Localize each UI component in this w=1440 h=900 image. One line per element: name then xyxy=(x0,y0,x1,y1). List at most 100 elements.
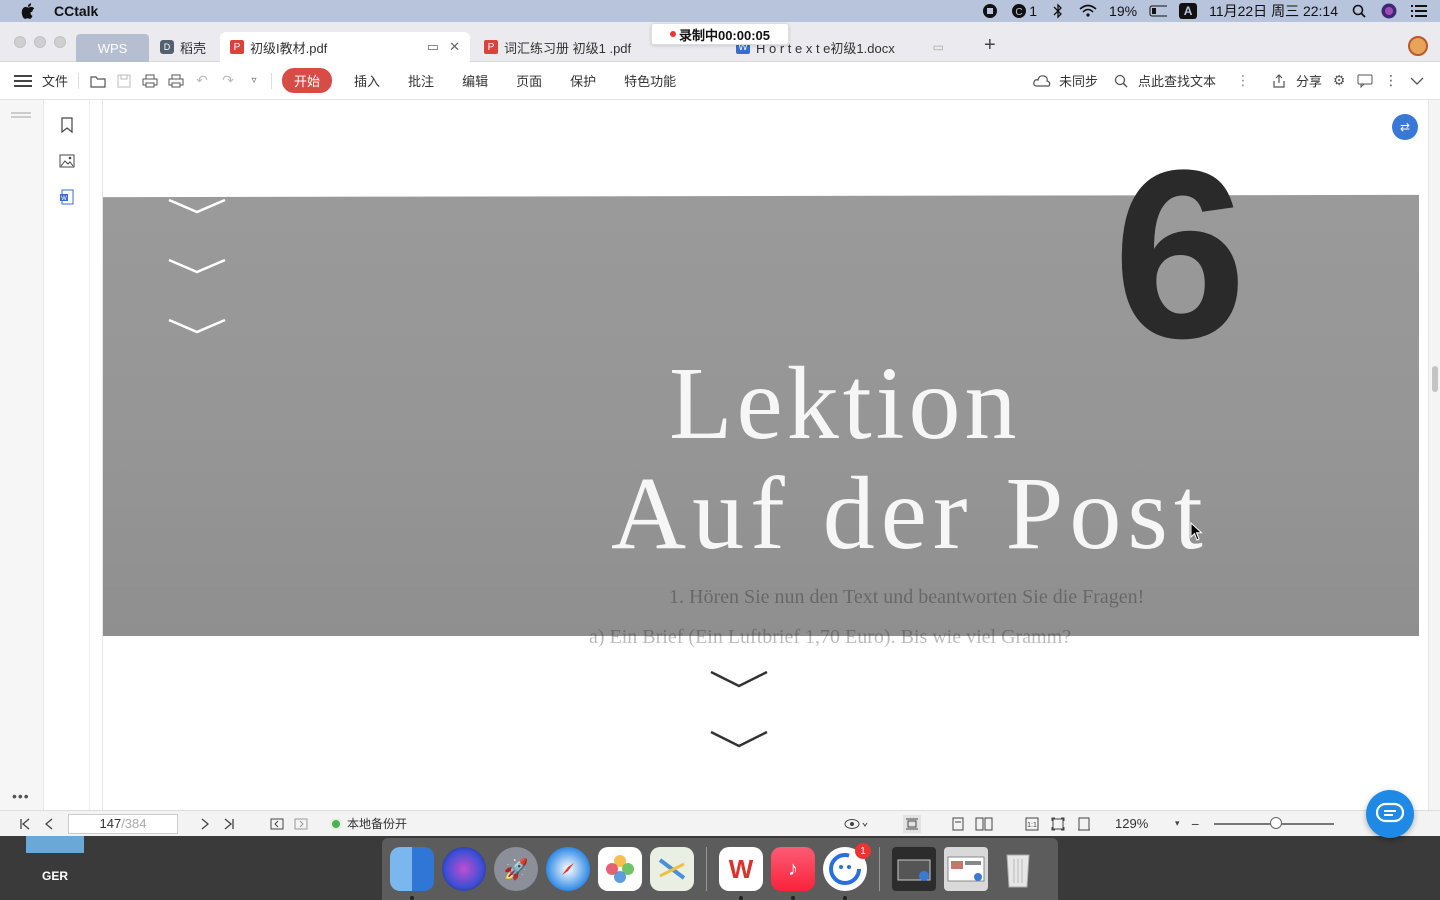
fit-width-icon[interactable] xyxy=(1075,815,1093,833)
left-nav-rail: ••• xyxy=(0,100,44,810)
collapse-ribbon-chevron-icon[interactable] xyxy=(1408,72,1426,90)
forward-view-icon[interactable] xyxy=(292,815,310,833)
menubar-datetime[interactable]: 11月22日 周三 22:14 xyxy=(1209,1,1338,21)
redo-icon[interactable]: ↷ xyxy=(219,72,237,90)
open-folder-icon[interactable] xyxy=(89,72,107,90)
last-page-icon[interactable] xyxy=(220,815,238,833)
next-page-icon[interactable] xyxy=(196,815,214,833)
input-method-icon[interactable]: A xyxy=(1179,3,1198,19)
tab-features[interactable]: 特色功能 xyxy=(624,71,676,90)
actual-size-icon[interactable]: 1:1 xyxy=(1023,815,1041,833)
tab-active-pdf[interactable]: P 初级I教材.pdf ▭ ✕ xyxy=(220,32,470,62)
zoom-dropdown-icon[interactable]: ▾ xyxy=(1168,815,1186,833)
zoom-slider-knob[interactable] xyxy=(1270,816,1283,829)
more-horizontal-icon[interactable]: ••• xyxy=(12,788,30,804)
spotlight-search-icon[interactable] xyxy=(1350,3,1368,19)
document-viewer[interactable]: 1. Hören Sie nun den Text und beantworte… xyxy=(90,100,1428,810)
lesson-title: Auf der Post xyxy=(611,456,1209,571)
back-view-icon[interactable] xyxy=(268,815,286,833)
zoom-out-icon[interactable]: − xyxy=(1186,815,1204,833)
two-page-view-icon[interactable] xyxy=(975,815,993,833)
decorative-chevrons-icon xyxy=(168,198,226,334)
recording-indicator[interactable]: 录制中00:00:05 xyxy=(651,23,789,45)
file-menu[interactable]: 文件 xyxy=(42,71,68,90)
sync-status[interactable]: 未同步 xyxy=(1059,71,1098,90)
settings-gear-icon[interactable]: ⚙ xyxy=(1330,72,1348,90)
bluetooth-icon[interactable] xyxy=(1049,3,1067,19)
find-text-button[interactable]: 点此查找文本 xyxy=(1138,71,1216,90)
tab-insert[interactable]: 插入 xyxy=(354,71,380,90)
continuous-page-view-icon[interactable] xyxy=(903,814,922,833)
dock-downloads-folder-icon[interactable] xyxy=(892,847,936,891)
comment-icon[interactable] xyxy=(1356,72,1374,90)
dock-music-icon[interactable]: ♪ xyxy=(771,847,815,900)
dock-photos-icon[interactable] xyxy=(598,847,642,891)
dock-screenshot-stack-icon[interactable] xyxy=(944,847,988,891)
siri-icon[interactable] xyxy=(1380,3,1398,19)
battery-icon[interactable] xyxy=(1149,3,1168,19)
tab-edit[interactable]: 编辑 xyxy=(462,71,488,90)
minimize-window-button[interactable] xyxy=(34,36,46,48)
prev-page-icon[interactable] xyxy=(40,815,58,833)
tab-annotate[interactable]: 批注 xyxy=(408,71,434,90)
zoom-level[interactable]: 129% xyxy=(1115,816,1148,831)
tab-wps-home[interactable]: WPS xyxy=(76,34,149,62)
zoom-slider[interactable] xyxy=(1214,816,1335,829)
active-app-name[interactable]: CCtalk xyxy=(54,3,98,19)
dock-launchpad-icon[interactable]: 🚀 xyxy=(494,847,538,891)
avatar[interactable] xyxy=(1408,36,1428,56)
print-icon[interactable] xyxy=(141,72,159,90)
panel-grip-icon[interactable] xyxy=(11,112,31,114)
dock-cctalk-icon[interactable]: 1 xyxy=(823,843,871,900)
image-thumbnail-icon[interactable] xyxy=(57,151,77,171)
dock-divider xyxy=(706,847,707,891)
search-icon[interactable] xyxy=(1112,72,1130,90)
desktop-folder-strip[interactable] xyxy=(26,836,84,853)
single-page-view-icon[interactable] xyxy=(949,815,967,833)
vertical-scrollbar[interactable] xyxy=(1428,100,1440,810)
share-icon[interactable] xyxy=(1270,72,1288,90)
dock-maps-icon[interactable] xyxy=(650,847,694,891)
record-stop-icon[interactable] xyxy=(981,3,999,19)
cctalk-status-icon[interactable]: C1 xyxy=(1011,3,1037,19)
print-preview-icon[interactable] xyxy=(167,72,185,90)
tab-protect[interactable]: 保护 xyxy=(570,71,596,90)
tab-start[interactable]: 开始 xyxy=(282,68,333,93)
scrollbar-thumb[interactable] xyxy=(1432,366,1438,392)
notification-center-icon[interactable] xyxy=(1410,3,1428,19)
new-tab-button[interactable]: + xyxy=(984,35,996,55)
zoom-window-button[interactable] xyxy=(54,36,66,48)
tab-page[interactable]: 页面 xyxy=(516,71,542,90)
bookmark-icon[interactable] xyxy=(57,115,77,135)
undo-icon[interactable]: ↶ xyxy=(193,72,211,90)
tab-pin-icon[interactable]: ▭ xyxy=(933,40,944,54)
local-backup-status[interactable]: 本地备份开 xyxy=(330,815,407,832)
apple-icon[interactable] xyxy=(20,3,36,19)
first-page-icon[interactable] xyxy=(16,815,34,833)
cloud-sync-icon[interactable] xyxy=(1033,72,1051,90)
close-window-button[interactable] xyxy=(14,36,26,48)
pdf-convert-float-icon[interactable]: ⇄ xyxy=(1392,114,1418,140)
tab-close-icon[interactable]: ✕ xyxy=(449,39,460,55)
dock-finder-icon[interactable] xyxy=(390,847,434,900)
more-vertical-icon[interactable]: ⋮ xyxy=(1234,72,1252,90)
dock-safari-icon[interactable] xyxy=(546,847,590,891)
dock-wps-icon[interactable]: W xyxy=(719,847,763,900)
save-icon[interactable] xyxy=(115,72,133,90)
pdf-file-icon: P xyxy=(230,40,244,54)
page-number-field[interactable]: 147/384 xyxy=(68,813,178,834)
dock-siri-icon[interactable] xyxy=(442,847,486,891)
wifi-icon[interactable] xyxy=(1079,3,1097,19)
chat-assistant-button[interactable] xyxy=(1366,790,1414,838)
tab-pin-icon[interactable]: ▭ xyxy=(427,39,439,55)
hamburger-menu-icon[interactable] xyxy=(14,74,32,87)
mac-menubar: CCtalk C1 19% A 11月22日 周三 22:14 xyxy=(0,0,1440,22)
more-options-icon[interactable]: ⋮ xyxy=(1382,72,1400,90)
tab-daoke[interactable]: D 稻壳 xyxy=(156,32,216,62)
pdf-to-word-icon[interactable]: W xyxy=(57,187,77,207)
quick-access-dropdown-icon[interactable]: ▿ xyxy=(245,72,263,90)
dock-trash-icon[interactable] xyxy=(996,847,1040,891)
fit-page-icon[interactable] xyxy=(1049,815,1067,833)
eye-protection-icon[interactable] xyxy=(843,815,869,833)
share-button[interactable]: 分享 xyxy=(1296,71,1322,90)
